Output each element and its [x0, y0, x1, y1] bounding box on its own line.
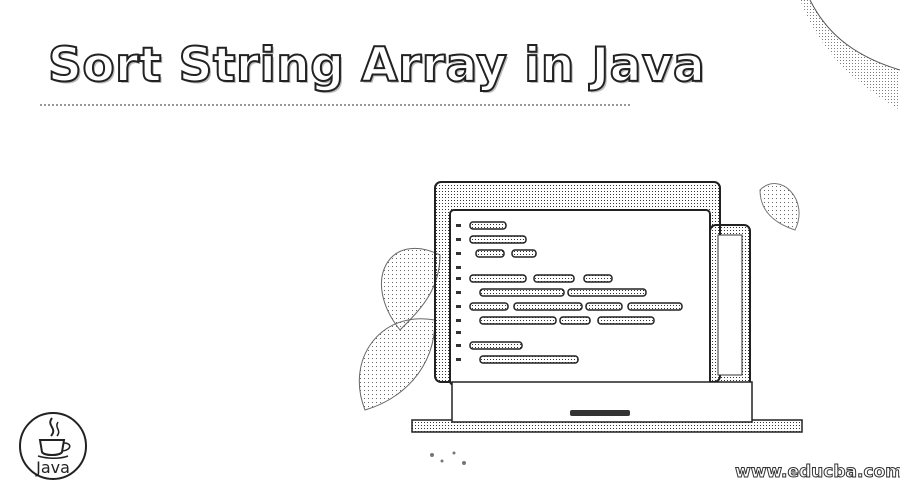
page-curl-decoration [800, 0, 900, 110]
laptop-illustration [358, 181, 803, 433]
banner-title: Sort String Array in Java [47, 37, 706, 94]
dots-decoration [430, 451, 466, 465]
java-logo-label: Java [36, 458, 70, 477]
title-underline [40, 104, 630, 106]
website-watermark: www.educba.com [735, 462, 900, 483]
banner: Sort String Array in Java Java www.educb… [0, 0, 900, 500]
java-logo-badge: Java [18, 410, 88, 482]
